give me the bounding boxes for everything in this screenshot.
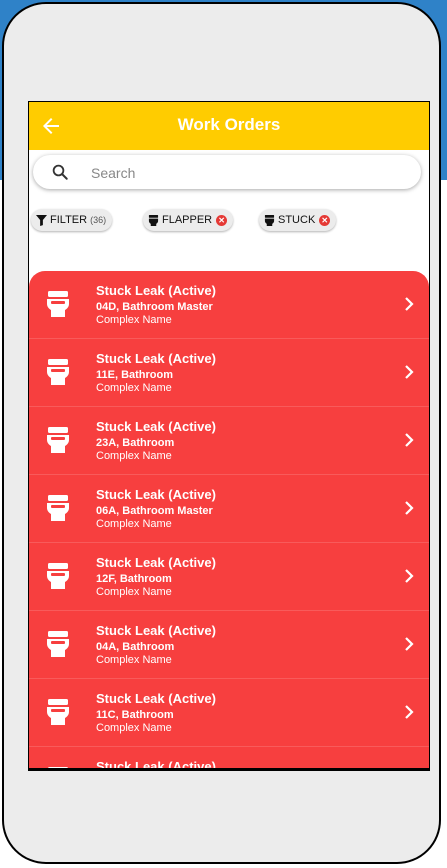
toilet-icon: [148, 214, 159, 226]
row-title: Stuck Leak (Active): [96, 487, 216, 502]
chevron-right-icon: [405, 297, 414, 311]
toilet-icon: [47, 427, 69, 453]
list-item[interactable]: Stuck Leak (Active) 12F, Bathroom Comple…: [29, 543, 429, 611]
filter-count: (36): [90, 215, 107, 225]
chip-stuck[interactable]: STUCK ✕: [259, 209, 337, 231]
row-complex: Complex Name: [96, 382, 172, 394]
row-unit: 11C, Bathroom: [96, 709, 174, 721]
row-complex: Complex Name: [96, 314, 172, 326]
chevron-right-icon: [405, 501, 414, 515]
row-complex: Complex Name: [96, 722, 172, 734]
chip-stuck-label: STUCK: [278, 214, 316, 226]
work-order-list: Stuck Leak (Active) 04D, Bathroom Master…: [29, 271, 429, 769]
toilet-icon: [47, 359, 69, 385]
row-unit: 11E, Bathroom: [96, 369, 174, 381]
chevron-right-icon: [405, 637, 414, 651]
list-item[interactable]: Stuck Leak (Active) 04D, Bathroom Master…: [29, 271, 429, 339]
list-item[interactable]: Stuck Leak (Active) 23A, Bathroom Comple…: [29, 407, 429, 475]
row-title: Stuck Leak (Active): [96, 419, 216, 434]
list-item[interactable]: Stuck Leak (Active) 04A, Bathroom Comple…: [29, 611, 429, 679]
row-title: Stuck Leak (Active): [96, 555, 216, 570]
app-screen: Work Orders FILTER (36) FLAPPER ✕: [28, 101, 430, 770]
app-bar: Work Orders: [29, 102, 429, 150]
screen-bottom-border: [28, 768, 430, 771]
chevron-right-icon: [405, 365, 414, 379]
chip-flapper-label: FLAPPER: [162, 214, 213, 226]
row-title: Stuck Leak (Active): [96, 623, 216, 638]
toilet-icon: [47, 631, 69, 657]
list-item[interactable]: Stuck Leak (Active) 11E, Bathroom Comple…: [29, 339, 429, 407]
filter-label: FILTER: [50, 214, 88, 226]
stage: Work Orders FILTER (36) FLAPPER ✕: [0, 0, 447, 868]
row-complex: Complex Name: [96, 654, 172, 666]
filter-icon: [36, 214, 47, 226]
close-icon[interactable]: ✕: [216, 214, 228, 226]
row-unit: 23A, Bathroom: [96, 437, 175, 449]
chevron-right-icon: [405, 569, 414, 583]
row-unit: 04A, Bathroom: [96, 641, 175, 653]
toilet-icon: [47, 699, 69, 725]
search-input[interactable]: [89, 161, 393, 185]
search-icon: [52, 164, 68, 180]
filter-button[interactable]: FILTER (36): [31, 209, 113, 231]
toilet-icon: [47, 563, 69, 589]
close-icon[interactable]: ✕: [319, 214, 331, 226]
list-item[interactable]: Stuck Leak (Active) 11C, Bathroom Comple…: [29, 679, 429, 747]
row-title: Stuck Leak (Active): [96, 351, 216, 366]
chip-flapper[interactable]: FLAPPER ✕: [143, 209, 234, 231]
toilet-icon: [264, 214, 275, 226]
chevron-right-icon: [405, 705, 414, 719]
toilet-icon: [47, 291, 69, 317]
row-unit: 06A, Bathroom Master: [96, 505, 213, 517]
toilet-icon: [47, 495, 69, 521]
row-title: Stuck Leak (Active): [96, 691, 216, 706]
list-item[interactable]: Stuck Leak (Active): [29, 747, 429, 769]
list-item[interactable]: Stuck Leak (Active) 06A, Bathroom Master…: [29, 475, 429, 543]
row-complex: Complex Name: [96, 450, 172, 462]
row-title: Stuck Leak (Active): [96, 283, 216, 298]
chevron-right-icon: [405, 433, 414, 447]
row-complex: Complex Name: [96, 586, 172, 598]
row-unit: 04D, Bathroom Master: [96, 301, 213, 313]
row-complex: Complex Name: [96, 518, 172, 530]
row-unit: 12F, Bathroom: [96, 573, 172, 585]
page-title: Work Orders: [177, 115, 281, 134]
search-bar[interactable]: [33, 155, 421, 189]
